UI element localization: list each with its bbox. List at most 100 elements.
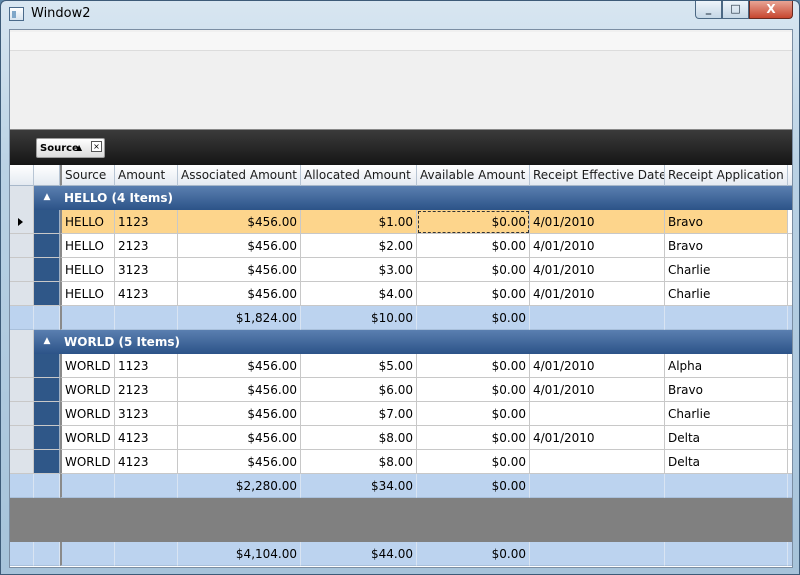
cell-amount[interactable]: 1123	[115, 354, 178, 378]
row-selector[interactable]	[10, 378, 34, 402]
cell-amount[interactable]: 3123	[115, 258, 178, 282]
minimize-button[interactable]: _	[695, 1, 722, 19]
cell-allocated[interactable]: $2.00	[301, 234, 417, 258]
cell-associated[interactable]: $456.00	[178, 258, 301, 282]
cell-available[interactable]: $0.00	[417, 282, 530, 306]
cell-available[interactable]: $0.00	[417, 258, 530, 282]
select-all-header[interactable]	[10, 165, 34, 186]
cell-available[interactable]: $0.00	[417, 450, 530, 474]
cell-amount[interactable]: 1123	[115, 210, 178, 234]
cell-available[interactable]: $0.00	[417, 234, 530, 258]
row-selector[interactable]	[10, 234, 34, 258]
cell-application[interactable]: Charlie	[665, 258, 788, 282]
cell-amount[interactable]: 2123	[115, 234, 178, 258]
cell-source[interactable]: HELLO	[60, 210, 115, 234]
cell-date[interactable]	[530, 402, 665, 426]
cell-amount[interactable]: 4123	[115, 450, 178, 474]
column-header-source[interactable]: Source	[60, 165, 115, 186]
column-header-date[interactable]: Receipt Effective Date	[530, 165, 665, 186]
cell-application[interactable]: Bravo	[665, 378, 788, 402]
cell-associated[interactable]: $456.00	[178, 402, 301, 426]
cell-application[interactable]: Delta	[665, 450, 788, 474]
cell-source[interactable]: HELLO	[60, 258, 115, 282]
table-row[interactable]: WORLD 4123 $456.00 $8.00 $0.00 4/01/2010 Delta	[10, 426, 792, 450]
cell-source[interactable]: WORLD	[60, 354, 115, 378]
group-header-row[interactable]: ▲ HELLO (4 Items)	[10, 186, 792, 210]
group-header-row[interactable]: ▲ WORLD (5 Items)	[10, 330, 792, 354]
cell-allocated[interactable]: $5.00	[301, 354, 417, 378]
table-row[interactable]: WORLD 1123 $456.00 $5.00 $0.00 4/01/2010 Alpha	[10, 354, 792, 378]
collapse-group-icon[interactable]: ▲	[40, 190, 54, 204]
cell-date[interactable]: 4/01/2010	[530, 210, 665, 234]
cell-date[interactable]: 4/01/2010	[530, 234, 665, 258]
cell-date[interactable]: 4/01/2010	[530, 258, 665, 282]
cell-source[interactable]: WORLD	[60, 402, 115, 426]
cell-source[interactable]: WORLD	[60, 378, 115, 402]
remove-group-icon[interactable]: ×	[91, 141, 102, 152]
cell-associated[interactable]: $456.00	[178, 234, 301, 258]
column-header-allocated[interactable]: Allocated Amount	[301, 165, 417, 186]
column-header-application[interactable]: Receipt Application	[665, 165, 788, 186]
column-header-amount[interactable]: Amount	[115, 165, 178, 186]
cell-source[interactable]: HELLO	[60, 234, 115, 258]
cell-available[interactable]: $0.00	[417, 354, 530, 378]
cell-available[interactable]: $0.00	[417, 378, 530, 402]
row-selector[interactable]	[10, 402, 34, 426]
table-row[interactable]: HELLO 3123 $456.00 $3.00 $0.00 4/01/2010 Charl…	[10, 258, 792, 282]
group-chip-source[interactable]: Source ▲ ×	[36, 138, 105, 158]
cell-amount[interactable]: 2123	[115, 378, 178, 402]
close-button[interactable]: X	[749, 1, 793, 19]
cell-associated[interactable]: $456.00	[178, 378, 301, 402]
cell-associated[interactable]: $456.00	[178, 282, 301, 306]
column-header-associated[interactable]: Associated Amount	[178, 165, 301, 186]
cell-allocated[interactable]: $4.00	[301, 282, 417, 306]
cell-allocated[interactable]: $1.00	[301, 210, 417, 234]
collapse-group-icon[interactable]: ▲	[40, 334, 54, 348]
table-row[interactable]: HELLO 2123 $456.00 $2.00 $0.00 4/01/2010 Bravo	[10, 234, 792, 258]
row-selector[interactable]	[10, 282, 34, 306]
cell-allocated[interactable]: $3.00	[301, 258, 417, 282]
cell-source[interactable]: WORLD	[60, 450, 115, 474]
cell-amount[interactable]: 4123	[115, 426, 178, 450]
cell-date[interactable]: 4/01/2010	[530, 378, 665, 402]
cell-date[interactable]: 4/01/2010	[530, 282, 665, 306]
cell-application[interactable]: Bravo	[665, 210, 788, 234]
cell-available[interactable]: $0.00	[417, 426, 530, 450]
row-selector[interactable]	[10, 450, 34, 474]
row-selector[interactable]	[10, 258, 34, 282]
cell-associated[interactable]: $456.00	[178, 450, 301, 474]
table-row[interactable]: HELLO 4123 $456.00 $4.00 $0.00 4/01/2010 Charl…	[10, 282, 792, 306]
cell-allocated[interactable]: $8.00	[301, 450, 417, 474]
cell-source[interactable]: WORLD	[60, 426, 115, 450]
group-panel[interactable]: Source ▲ ×	[10, 129, 792, 165]
cell-allocated[interactable]: $7.00	[301, 402, 417, 426]
table-row[interactable]: WORLD 2123 $456.00 $6.00 $0.00 4/01/2010 Bravo	[10, 378, 792, 402]
cell-associated[interactable]: $456.00	[178, 354, 301, 378]
maximize-button[interactable]: □	[722, 1, 749, 19]
cell-amount[interactable]: 4123	[115, 282, 178, 306]
table-row[interactable]: HELLO 1123 $456.00 $1.00 $0.00 4/01/2010 Bravo	[10, 210, 792, 234]
window-icon[interactable]	[9, 7, 24, 21]
cell-application[interactable]: Alpha	[665, 354, 788, 378]
cell-associated[interactable]: $456.00	[178, 210, 301, 234]
title-bar[interactable]: Window2 _ □ X	[1, 1, 799, 28]
cell-date[interactable]: 4/01/2010	[530, 354, 665, 378]
cell-allocated[interactable]: $6.00	[301, 378, 417, 402]
column-header-available[interactable]: Available Amount	[417, 165, 530, 186]
cell-source[interactable]: HELLO	[60, 282, 115, 306]
table-row[interactable]: WORLD 3123 $456.00 $7.00 $0.00 Charlie	[10, 402, 792, 426]
cell-application[interactable]: Delta	[665, 426, 788, 450]
cell-application[interactable]: Charlie	[665, 402, 788, 426]
row-selector[interactable]	[10, 210, 34, 234]
table-row[interactable]: WORLD 4123 $456.00 $8.00 $0.00 Delta	[10, 450, 792, 474]
row-selector[interactable]	[10, 426, 34, 450]
cell-allocated[interactable]: $8.00	[301, 426, 417, 450]
cell-date[interactable]	[530, 450, 665, 474]
cell-associated[interactable]: $456.00	[178, 426, 301, 450]
row-selector[interactable]	[10, 354, 34, 378]
sort-ascending-icon[interactable]: ▲	[76, 143, 82, 152]
cell-amount[interactable]: 3123	[115, 402, 178, 426]
cell-date[interactable]: 4/01/2010	[530, 426, 665, 450]
cell-available[interactable]: $0.00	[417, 210, 530, 234]
cell-available[interactable]: $0.00	[417, 402, 530, 426]
